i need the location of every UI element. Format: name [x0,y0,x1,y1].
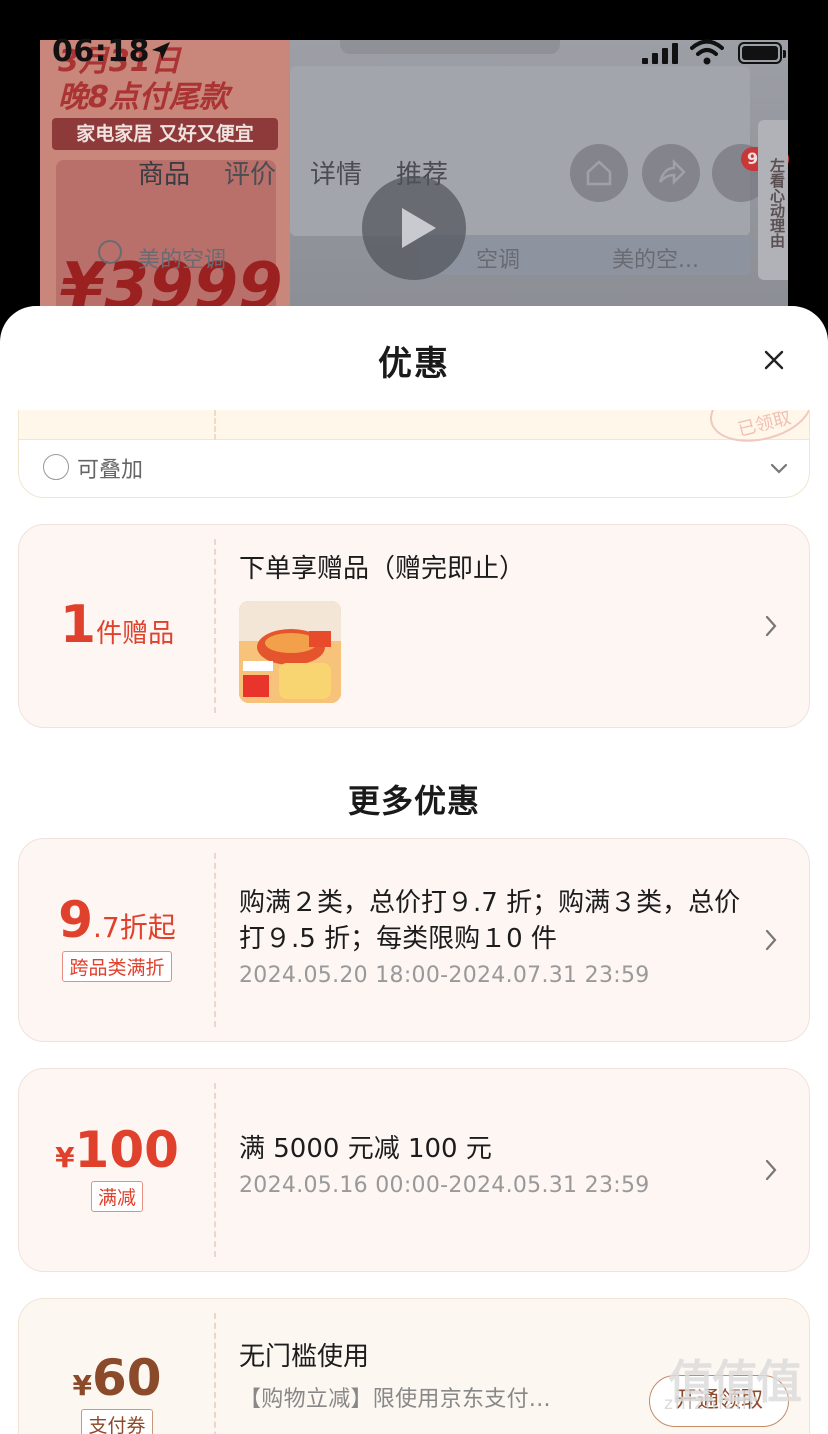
watermark-url: zhizhizhi [664,1394,756,1414]
coupon-amount: ¥60 支付券 [19,1349,215,1434]
promo-banner: 家电家居 又好又便宜 [52,118,278,150]
status-time: 06:18 [52,34,150,69]
air-conditioner-vent [420,235,750,275]
chevron-right-icon[interactable] [763,1157,779,1183]
promo-date: 2024.05.16 00:00-2024.05.31 23:59 [239,1173,650,1198]
chevron-right-icon[interactable] [763,613,779,639]
sheet-title: 优惠 [378,344,450,384]
stackable-coupon-card[interactable]: 已领取 可叠加 [18,410,810,498]
sub-item-1: 美的空调 [138,248,227,273]
coupon-strip [19,410,809,440]
home-icon [570,144,628,202]
coupon-text: 无门槛使用 [239,1342,370,1372]
promotion-card-full-reduction[interactable]: ¥100 满减 满 5000 元减 100 元 2024.05.16 00:00… [18,1068,810,1272]
gift-product-image[interactable] [239,601,341,703]
background-product-page: 3月31日 晚8点付尾款 家电家居 又好又便宜 ¥3999 商品 评价 详情 推… [0,0,828,330]
reduction-amount: ¥100 满减 [19,1121,215,1212]
promo-text: 购满２类，总价打９.7 折；购满３类，总价打９.5 折；每类限购１0 件 [239,888,741,954]
coupon-subtext: 【购物立减】限使用京东支付... [239,1387,551,1412]
side-tab: 左看心动理由 [758,120,788,280]
signal-icon [642,42,678,64]
promo-text: 满 5000 元减 100 元 [239,1134,492,1164]
stack-icon [43,454,69,480]
promotion-card-discount[interactable]: 9.7折起 跨品类满折 购满２类，总价打９.7 折；购满３类，总价打９.5 折；… [18,838,810,1042]
search-icon [98,240,122,264]
promo-tag: 跨品类满折 [62,951,172,982]
location-arrow-icon [152,42,170,60]
promo-date: 2024.05.20 18:00-2024.07.31 23:59 [239,963,650,988]
discount-amount: 9.7折起 跨品类满折 [19,891,215,982]
sub-item-2: 空调 [476,248,521,273]
coupon-tag: 支付券 [81,1409,153,1434]
gift-card[interactable]: 1件赠品 下单享赠品（赠完即止） [18,524,810,728]
wifi-icon [690,39,724,65]
more-offers-title: 更多优惠 [347,782,480,820]
battery-icon [738,42,786,64]
close-icon[interactable] [756,342,792,378]
status-bar: 06:18 [0,0,828,69]
discount-sheet: 优惠 已领取 可叠加 1件赠品 下单享赠品（赠完即止） 更多优惠 9.7折起 跨… [0,306,828,1434]
gift-count: 1件赠品 [59,595,175,655]
play-icon [362,176,466,280]
tab-product: 商品 [138,160,191,190]
promo-tag: 满减 [90,1181,143,1212]
chevron-down-icon[interactable] [769,462,789,476]
share-icon [642,144,700,202]
tab-details: 详情 [310,160,363,190]
gift-text: 下单享赠品（赠完即止） [239,554,526,584]
tab-reviews: 评价 [224,160,277,190]
sub-item-3: 美的空... [612,248,699,273]
chevron-right-icon[interactable] [763,927,779,953]
stackable-label: 可叠加 [77,458,144,483]
